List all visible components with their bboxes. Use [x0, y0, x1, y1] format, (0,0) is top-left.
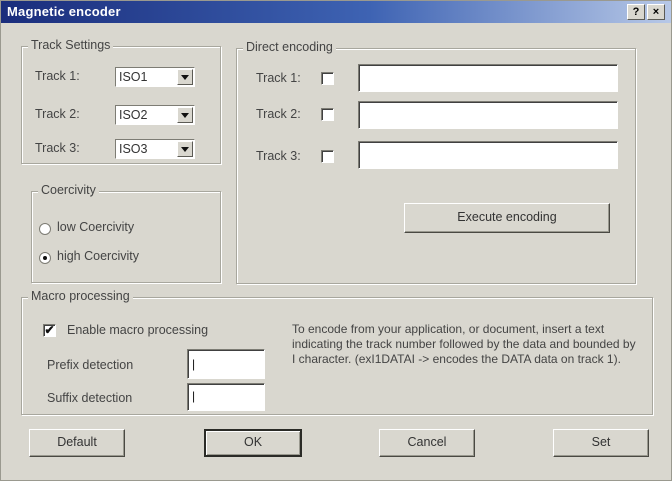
direct-track3-input[interactable]	[358, 141, 618, 169]
track-settings-title: Track Settings	[28, 38, 114, 52]
direct-encoding-title: Direct encoding	[243, 40, 336, 54]
prefix-detection-input[interactable]: |	[187, 349, 265, 379]
chevron-down-icon[interactable]	[177, 69, 193, 85]
ok-button[interactable]: OK	[204, 429, 302, 457]
cancel-button[interactable]: Cancel	[379, 429, 475, 457]
set-button[interactable]: Set	[553, 429, 649, 457]
checkmark-icon: ✔	[44, 323, 55, 337]
track2-iso-value: ISO2	[119, 108, 148, 122]
low-coercivity-label[interactable]: low Coercivity	[57, 220, 134, 234]
execute-encoding-button[interactable]: Execute encoding	[404, 203, 610, 233]
track3-iso-select[interactable]: ISO3	[115, 139, 195, 159]
prefix-detection-label: Prefix detection	[47, 358, 134, 372]
coercivity-title: Coercivity	[38, 183, 99, 197]
direct-track2-input[interactable]	[358, 101, 618, 129]
track3-setting-label: Track 3:	[35, 141, 80, 155]
chevron-down-icon[interactable]	[177, 107, 193, 123]
help-button[interactable]: ?	[627, 4, 645, 20]
direct-track1-checkbox[interactable]	[321, 72, 334, 85]
suffix-detection-input[interactable]: |	[187, 383, 265, 411]
direct-track2-checkbox[interactable]	[321, 108, 334, 121]
window-title: Magnetic encoder	[7, 4, 121, 19]
high-coercivity-label[interactable]: high Coercivity	[57, 249, 139, 263]
default-button[interactable]: Default	[29, 429, 125, 457]
high-coercivity-radio[interactable]	[39, 252, 51, 264]
track2-setting-label: Track 2:	[35, 107, 80, 121]
direct-track1-input[interactable]	[358, 64, 618, 92]
macro-description: To encode from your application, or docu…	[292, 322, 636, 366]
direct-track1-label: Track 1:	[256, 71, 301, 85]
close-icon: ×	[652, 6, 660, 18]
title-bar: Magnetic encoder ? ×	[1, 1, 671, 23]
chevron-down-icon[interactable]	[177, 141, 193, 157]
track1-setting-label: Track 1:	[35, 69, 80, 83]
track2-iso-select[interactable]: ISO2	[115, 105, 195, 125]
enable-macro-checkbox[interactable]: ✔	[43, 324, 56, 337]
track1-iso-select[interactable]: ISO1	[115, 67, 195, 87]
low-coercivity-radio[interactable]	[39, 223, 51, 235]
magnetic-encoder-dialog: Magnetic encoder ? × Track Settings Trac…	[0, 0, 672, 481]
direct-track2-label: Track 2:	[256, 107, 301, 121]
track1-iso-value: ISO1	[119, 70, 148, 84]
direct-track3-checkbox[interactable]	[321, 150, 334, 163]
suffix-detection-label: Suffix detection	[47, 391, 133, 405]
close-button[interactable]: ×	[647, 4, 665, 20]
help-icon: ?	[632, 6, 640, 18]
track3-iso-value: ISO3	[119, 142, 148, 156]
enable-macro-label[interactable]: Enable macro processing	[67, 323, 208, 337]
coercivity-group: Coercivity	[31, 183, 221, 283]
macro-processing-title: Macro processing	[28, 289, 133, 303]
direct-track3-label: Track 3:	[256, 149, 301, 163]
